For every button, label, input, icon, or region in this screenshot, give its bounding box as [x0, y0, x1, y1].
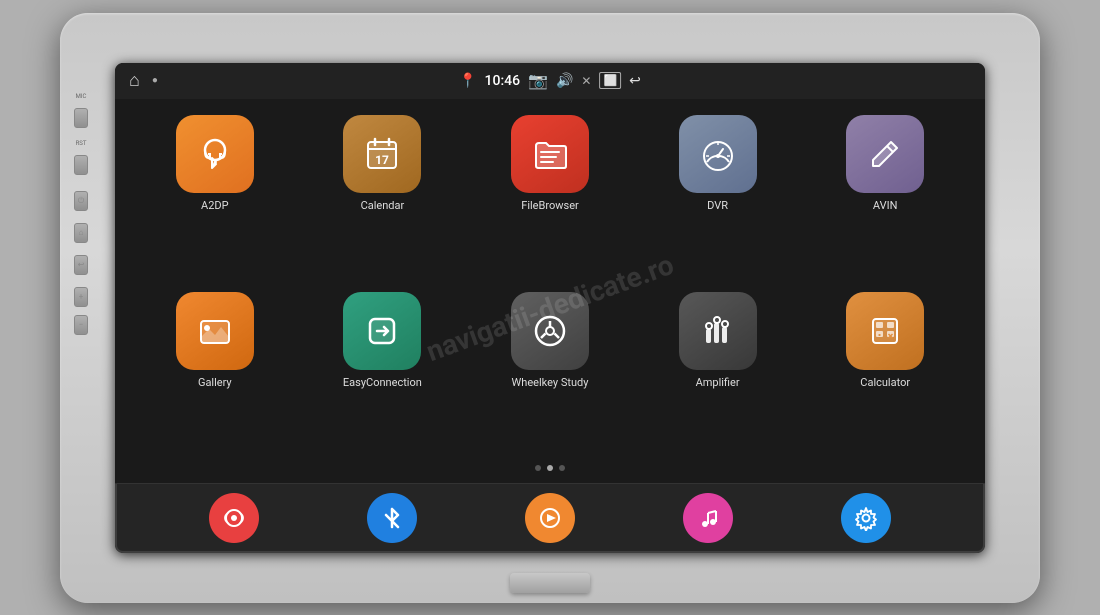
status-time: 10:46 [485, 73, 521, 89]
easyconnection-icon [343, 292, 421, 370]
dock-bluetooth[interactable] [367, 493, 417, 543]
rst-label: RST [74, 140, 88, 147]
app-a2dp[interactable]: A2DP [135, 115, 295, 282]
status-bar: ⌂ ● 📍 10:46 📷 🔊 ✕ ⬜ ↩ [115, 63, 985, 99]
dock-radio[interactable] [209, 493, 259, 543]
avin-label: AVIN [873, 199, 898, 212]
app-avin[interactable]: AVIN [805, 115, 965, 282]
calculator-icon [846, 292, 924, 370]
home-icon[interactable]: ⌂ [129, 70, 140, 91]
easyconnection-label: EasyConnection [343, 376, 422, 389]
rst-button[interactable] [74, 155, 88, 175]
svg-text:17: 17 [376, 153, 390, 167]
app-filebrowser[interactable]: FileBrowser [470, 115, 630, 282]
calendar-icon: 17 [343, 115, 421, 193]
avin-icon [846, 115, 924, 193]
page-dots [135, 459, 965, 475]
dvr-label: DVR [707, 199, 728, 212]
back-icon[interactable]: ↩ [629, 73, 641, 89]
dot-icon: ● [152, 75, 158, 86]
home-hw-button[interactable]: ⌂ [74, 223, 88, 243]
app-easyconnection[interactable]: EasyConnection [303, 292, 463, 459]
app-gallery[interactable]: Gallery [135, 292, 295, 459]
dock-music[interactable] [683, 493, 733, 543]
bottom-dock [115, 483, 985, 553]
calendar-label: Calendar [361, 199, 405, 212]
gallery-icon [176, 292, 254, 370]
wheelkey-label: Wheelkey Study [512, 376, 589, 389]
filebrowser-label: FileBrowser [521, 199, 579, 212]
car-unit: MIC RST ⏻ ⌂ ↩ + − navigatii-dedicate.ro … [60, 13, 1040, 603]
app-grid: A2DP 17 Calendar [135, 115, 965, 459]
gallery-label: Gallery [198, 376, 232, 389]
side-buttons: MIC RST ⏻ ⌂ ↩ + − [74, 93, 88, 335]
bottom-stand [510, 573, 590, 593]
close-icon[interactable]: ✕ [581, 74, 591, 88]
calculator-label: Calculator [860, 376, 910, 389]
app-calendar[interactable]: 17 Calendar [303, 115, 463, 282]
dock-settings[interactable] [841, 493, 891, 543]
page-dot-3[interactable] [559, 465, 565, 471]
volume-icon[interactable]: 🔊 [556, 73, 573, 89]
status-left: ⌂ ● [129, 70, 158, 91]
mic-button[interactable] [74, 108, 88, 128]
wheelkey-icon [511, 292, 589, 370]
vol-up-button[interactable]: + [74, 287, 88, 307]
location-icon: 📍 [459, 73, 476, 89]
dvr-icon [679, 115, 757, 193]
mic-label: MIC [74, 93, 88, 100]
app-calculator[interactable]: Calculator [805, 292, 965, 459]
power-button[interactable]: ⏻ [74, 191, 88, 211]
status-center: 📍 10:46 📷 🔊 ✕ ⬜ ↩ [459, 71, 641, 90]
vol-down-button[interactable]: − [74, 315, 88, 335]
screen-icon[interactable]: ⬜ [599, 72, 621, 89]
page-dot-1[interactable] [535, 465, 541, 471]
filebrowser-icon [511, 115, 589, 193]
a2dp-label: A2DP [201, 199, 229, 212]
app-amplifier[interactable]: Amplifier [638, 292, 798, 459]
app-wheelkey[interactable]: Wheelkey Study [470, 292, 630, 459]
a2dp-icon [176, 115, 254, 193]
main-content: A2DP 17 Calendar [115, 99, 985, 483]
amplifier-icon [679, 292, 757, 370]
screen: navigatii-dedicate.ro ⌂ ● 📍 10:46 📷 🔊 ✕ … [115, 63, 985, 553]
dock-video[interactable] [525, 493, 575, 543]
camera-icon[interactable]: 📷 [528, 71, 548, 90]
amplifier-label: Amplifier [696, 376, 740, 389]
page-dot-2[interactable] [547, 465, 553, 471]
back-hw-button[interactable]: ↩ [74, 255, 88, 275]
app-dvr[interactable]: DVR [638, 115, 798, 282]
